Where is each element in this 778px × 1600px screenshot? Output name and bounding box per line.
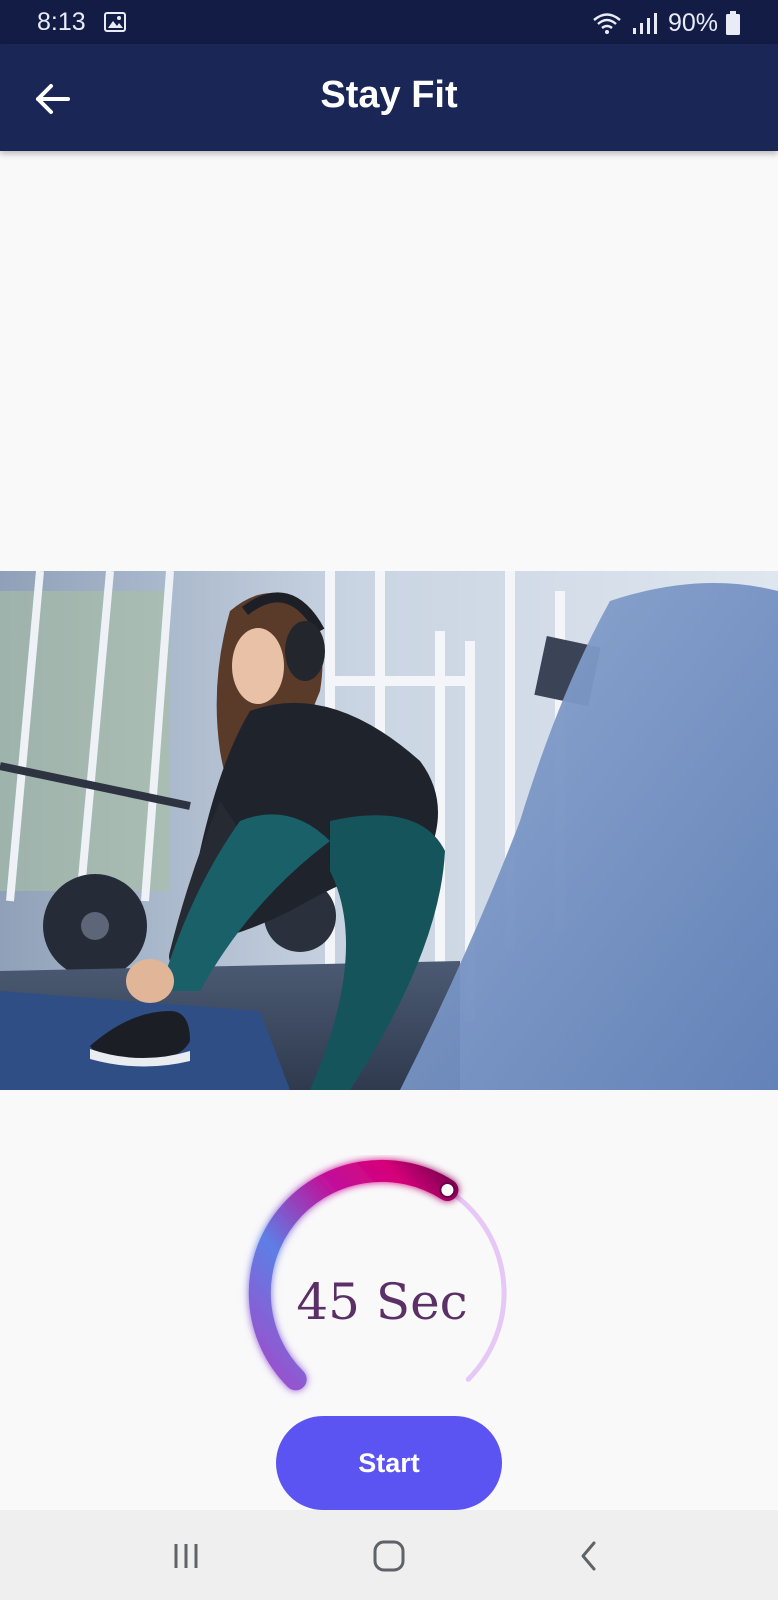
recent-apps-icon[interactable] <box>164 1534 208 1578</box>
start-button[interactable]: Start <box>276 1416 502 1510</box>
back-icon[interactable] <box>568 1534 612 1578</box>
timer-label: 45 Sec <box>296 1273 468 1331</box>
countdown-timer: 45 Sec <box>232 1155 532 1405</box>
wifi-icon <box>593 13 621 34</box>
gym-photo <box>0 571 778 1090</box>
timer-knob <box>439 1182 456 1198</box>
battery-percentage: 90% <box>667 8 718 37</box>
page-title: Stay Fit <box>320 74 458 116</box>
signal-icon <box>632 13 657 34</box>
battery-icon <box>726 11 740 35</box>
status-time: 8:13 <box>37 8 86 36</box>
hero-image <box>0 571 778 1090</box>
home-icon[interactable] <box>367 1534 411 1578</box>
status-bar: 8:13 90% <box>0 0 778 44</box>
app-bar: Stay Fit <box>0 44 778 151</box>
navigation-bar <box>0 1510 778 1600</box>
image-notification-icon <box>104 12 126 32</box>
status-indicators: 90% <box>592 8 740 38</box>
